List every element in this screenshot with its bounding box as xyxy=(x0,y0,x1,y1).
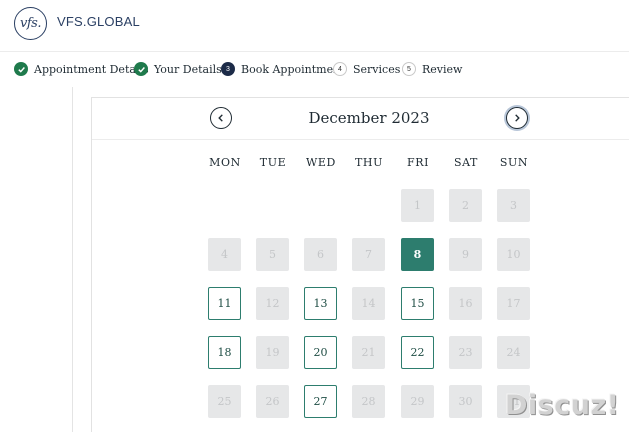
next-month-button[interactable] xyxy=(506,107,528,129)
calendar-day-11[interactable]: 11 xyxy=(208,287,241,320)
calendar-day-19: 19 xyxy=(256,336,289,369)
calendar-day-29: 29 xyxy=(401,385,434,418)
calendar-day-12: 12 xyxy=(256,287,289,320)
step-number: 3 xyxy=(221,62,235,76)
progress-stepper: Appointment Details Your Details 3 Book … xyxy=(0,53,629,87)
calendar-day-30: 30 xyxy=(449,385,482,418)
calendar-day-25: 25 xyxy=(208,385,241,418)
weekday-wed: WED xyxy=(306,156,336,169)
step-label: Appointment Details xyxy=(34,62,149,76)
weekday-tue: TUE xyxy=(259,156,287,169)
brand-name: VFS.GLOBAL xyxy=(57,14,140,29)
calendar-day-15[interactable]: 15 xyxy=(401,287,434,320)
step-book-appointment: 3 Book Appointment xyxy=(221,62,345,76)
calendar-day-16: 16 xyxy=(449,287,482,320)
calendar-day-9: 9 xyxy=(449,238,482,271)
step-services: 4 Services xyxy=(333,62,400,76)
calendar-day-2: 2 xyxy=(449,189,482,222)
weekday-mon: MON xyxy=(209,156,241,169)
calendar-day-24: 24 xyxy=(497,336,530,369)
step-number: 5 xyxy=(402,62,416,76)
chevron-left-icon xyxy=(218,114,223,122)
calendar-day-13[interactable]: 13 xyxy=(304,287,337,320)
calendar-day-4: 4 xyxy=(208,238,241,271)
calendar-day-7: 7 xyxy=(352,238,385,271)
month-label: December 2023 xyxy=(308,109,430,127)
calendar-day-1: 1 xyxy=(401,189,434,222)
step-appointment-details: Appointment Details xyxy=(14,62,149,76)
calendar-panel: December 2023 MON TUE WED THU FRI SAT SU… xyxy=(91,97,629,432)
calendar-day-22[interactable]: 22 xyxy=(401,336,434,369)
calendar-day-8[interactable]: 8 xyxy=(401,238,434,271)
calendar-day-6: 6 xyxy=(304,238,337,271)
chevron-right-icon xyxy=(515,114,520,122)
weekday-thu: THU xyxy=(354,156,383,169)
calendar-day-10: 10 xyxy=(497,238,530,271)
prev-month-button[interactable] xyxy=(210,107,232,129)
step-review: 5 Review xyxy=(402,62,462,76)
logo-mark: vfs. xyxy=(20,16,41,31)
calendar-day-23: 23 xyxy=(449,336,482,369)
forum-watermark: Discuz! xyxy=(505,390,620,421)
calendar-day-18[interactable]: 18 xyxy=(208,336,241,369)
calendar-day-5: 5 xyxy=(256,238,289,271)
content-divider xyxy=(72,87,73,432)
step-label: Services xyxy=(353,62,401,76)
step-your-details: Your Details xyxy=(134,62,222,76)
calendar-day-27[interactable]: 27 xyxy=(304,385,337,418)
calendar-day-21: 21 xyxy=(352,336,385,369)
weekday-fri: FRI xyxy=(406,156,430,169)
weekday-sun: SUN xyxy=(499,156,529,169)
vfs-logo-icon[interactable]: vfs. xyxy=(14,7,47,40)
step-label: Your Details xyxy=(154,62,222,76)
check-icon xyxy=(14,62,28,76)
check-icon xyxy=(134,62,148,76)
step-label: Book Appointment xyxy=(241,62,345,76)
calendar-day-17: 17 xyxy=(497,287,530,320)
calendar-day-14: 14 xyxy=(352,287,385,320)
calendar-day-28: 28 xyxy=(352,385,385,418)
calendar-header: December 2023 xyxy=(92,98,629,140)
step-label: Review xyxy=(422,62,463,76)
calendar-day-26: 26 xyxy=(256,385,289,418)
calendar-day-20[interactable]: 20 xyxy=(304,336,337,369)
step-number: 4 xyxy=(333,62,347,76)
site-header: vfs. VFS.GLOBAL xyxy=(0,0,629,52)
calendar-day-3: 3 xyxy=(497,189,530,222)
weekday-sat: SAT xyxy=(453,156,478,169)
